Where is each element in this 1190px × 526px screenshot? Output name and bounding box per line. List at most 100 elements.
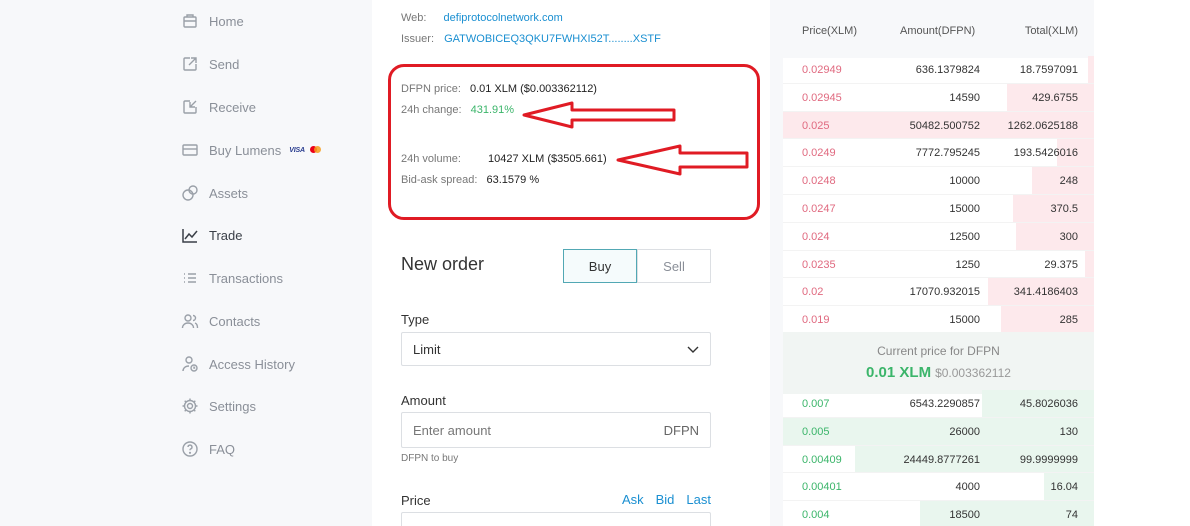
card-icon	[181, 141, 199, 159]
ask-row[interactable]: 0.02945 14590 429.6755	[783, 83, 1094, 112]
ask-amount: 1250	[955, 258, 980, 271]
bid-link[interactable]: Bid	[656, 492, 675, 507]
ask-amount: 10000	[949, 175, 980, 188]
sidebar-item-access-history[interactable]: Access History	[181, 352, 295, 376]
price-input[interactable]	[401, 512, 711, 526]
orderbook-header: Price(XLM) Amount(DFPN) Total(XLM)	[783, 3, 1094, 58]
bid-total: 45.8026036	[1019, 398, 1078, 410]
buy-sell-toggle: Buy Sell	[563, 249, 711, 283]
sidebar-item-receive[interactable]: Receive	[181, 95, 256, 119]
sidebar-item-label: Contacts	[209, 313, 261, 329]
order-type-select[interactable]: Limit	[401, 332, 711, 366]
sidebar-item-label: FAQ	[209, 441, 236, 457]
ask-amount: 17070.932015	[909, 286, 980, 299]
ask-total: 18.7597091	[1019, 64, 1078, 76]
contacts-icon	[181, 312, 199, 330]
ask-row[interactable]: 0.02949 636.1379824 18.7597091	[783, 56, 1094, 84]
bid-row[interactable]: 0.007 6543.2290857 45.8026036	[783, 390, 1094, 418]
web-label: Web:	[401, 12, 427, 24]
bid-amount: 24449.8777261	[903, 453, 980, 466]
ask-row[interactable]: 0.025 50482.500752 1262.0625188	[783, 111, 1094, 140]
sidebar-item-trade[interactable]: Trade	[181, 223, 242, 247]
header-amount: Amount(DFPN)	[900, 25, 976, 37]
ask-total: 193.5426016	[1013, 147, 1078, 160]
user-history-icon	[181, 355, 199, 373]
home-icon	[181, 12, 199, 30]
chevron-down-icon	[687, 342, 699, 357]
orderbook: Price(XLM) Amount(DFPN) Total(XLM) 0.029…	[783, 3, 1094, 526]
ask-row[interactable]: 0.019 15000 285	[783, 306, 1094, 334]
ask-total: 429.6755	[1032, 91, 1078, 104]
web-link[interactable]: defiprotocolnetwork.com	[444, 12, 563, 24]
ask-price: 0.0235	[802, 258, 836, 271]
annotation-arrow-volume	[616, 144, 749, 176]
current-price-label: Current price for DFPN	[877, 344, 1000, 358]
visa-logo: VISA	[289, 146, 305, 154]
amount-input[interactable]: Enter amount DFPN	[401, 412, 711, 448]
ask-depth-bar	[1000, 306, 1094, 333]
sidebar-item-label: Send	[209, 56, 240, 72]
issuer-label: Issuer:	[401, 33, 435, 45]
sidebar-item-label: Assets	[209, 185, 249, 201]
send-icon	[181, 55, 199, 73]
bid-price: 0.00409	[802, 453, 842, 466]
bid-row[interactable]: 0.00409 24449.8777261 99.9999999	[783, 445, 1094, 474]
ask-row[interactable]: 0.0235 1250 29.375	[783, 250, 1094, 279]
bid-price: 0.007	[802, 398, 830, 410]
ask-row[interactable]: 0.0247 15000 370.5	[783, 195, 1094, 223]
sidebar: Home Send Receive Buy Lumens VISA Assets…	[0, 0, 372, 526]
sidebar-item-contacts[interactable]: Contacts	[181, 309, 260, 333]
sidebar-item-label: Buy Lumens	[209, 142, 282, 158]
bid-price: 0.00401	[802, 481, 842, 494]
sell-tab[interactable]: Sell	[637, 249, 711, 283]
sidebar-item-send[interactable]: Send	[181, 52, 239, 76]
ask-price: 0.0248	[802, 175, 836, 188]
ask-amount: 15000	[949, 203, 980, 215]
bid-price: 0.005	[802, 425, 830, 438]
ask-row[interactable]: 0.0249 7772.795245 193.5426016	[783, 139, 1094, 168]
current-price-usd: $0.003362112	[935, 366, 1011, 380]
ask-depth-bar	[1084, 250, 1094, 278]
sidebar-item-transactions[interactable]: Transactions	[181, 266, 283, 290]
bid-row[interactable]: 0.00401 4000 16.04	[783, 473, 1094, 502]
sidebar-item-buy-lumens[interactable]: Buy Lumens VISA	[181, 138, 322, 162]
last-link[interactable]: Last	[686, 492, 711, 507]
sidebar-item-label: Receive	[209, 99, 256, 115]
issuer-link[interactable]: GATWOBICEQ3QKU7FWHXI52T........XSTF	[444, 33, 661, 45]
sidebar-item-home[interactable]: Home	[181, 9, 244, 33]
ask-amount: 7772.795245	[915, 147, 980, 160]
new-order-title: New order	[401, 254, 485, 274]
bid-row[interactable]: 0.005 26000 130	[783, 417, 1094, 446]
bid-amount: 4000	[955, 481, 980, 494]
ask-total: 300	[1059, 230, 1078, 243]
sidebar-item-faq[interactable]: FAQ	[181, 437, 235, 461]
bid-total: 16.04	[1050, 481, 1078, 494]
bid-row[interactable]: 0.004 18500 74	[783, 501, 1094, 526]
header-total: Total(XLM)	[1024, 25, 1078, 37]
bid-total: 74	[1065, 509, 1078, 522]
trade-panel: Web: defiprotocolnetwork.com Issuer: GAT…	[372, 0, 770, 526]
bid-total: 99.9999999	[1019, 453, 1078, 466]
current-price-value: 0.01 XLM $0.003362112	[783, 364, 1094, 381]
annotation-highlight-box	[388, 64, 760, 220]
ask-amount: 12500	[949, 230, 980, 243]
ask-price: 0.019	[802, 314, 830, 327]
ask-total: 370.5	[1050, 203, 1078, 215]
bid-amount: 26000	[949, 425, 980, 438]
sidebar-item-label: Home	[209, 13, 244, 29]
amount-placeholder: Enter amount	[413, 422, 492, 438]
ask-row[interactable]: 0.02 17070.932015 341.4186403	[783, 278, 1094, 307]
ask-price: 0.0249	[802, 147, 836, 160]
buy-tab[interactable]: Buy	[563, 249, 637, 283]
bid-price: 0.004	[802, 509, 830, 522]
bid-amount: 18500	[949, 509, 980, 522]
ask-row[interactable]: 0.0248 10000 248	[783, 167, 1094, 195]
amount-unit: DFPN	[663, 422, 699, 438]
sidebar-item-label: Access History	[209, 356, 295, 372]
ask-link[interactable]: Ask	[622, 492, 644, 507]
ask-row[interactable]: 0.024 12500 300	[783, 222, 1094, 251]
current-price-panel: Current price for DFPN 0.01 XLM $0.003362…	[783, 332, 1094, 394]
sidebar-item-assets[interactable]: Assets	[181, 181, 248, 205]
sidebar-item-settings[interactable]: Settings	[181, 394, 256, 418]
type-label: Type	[401, 312, 430, 327]
